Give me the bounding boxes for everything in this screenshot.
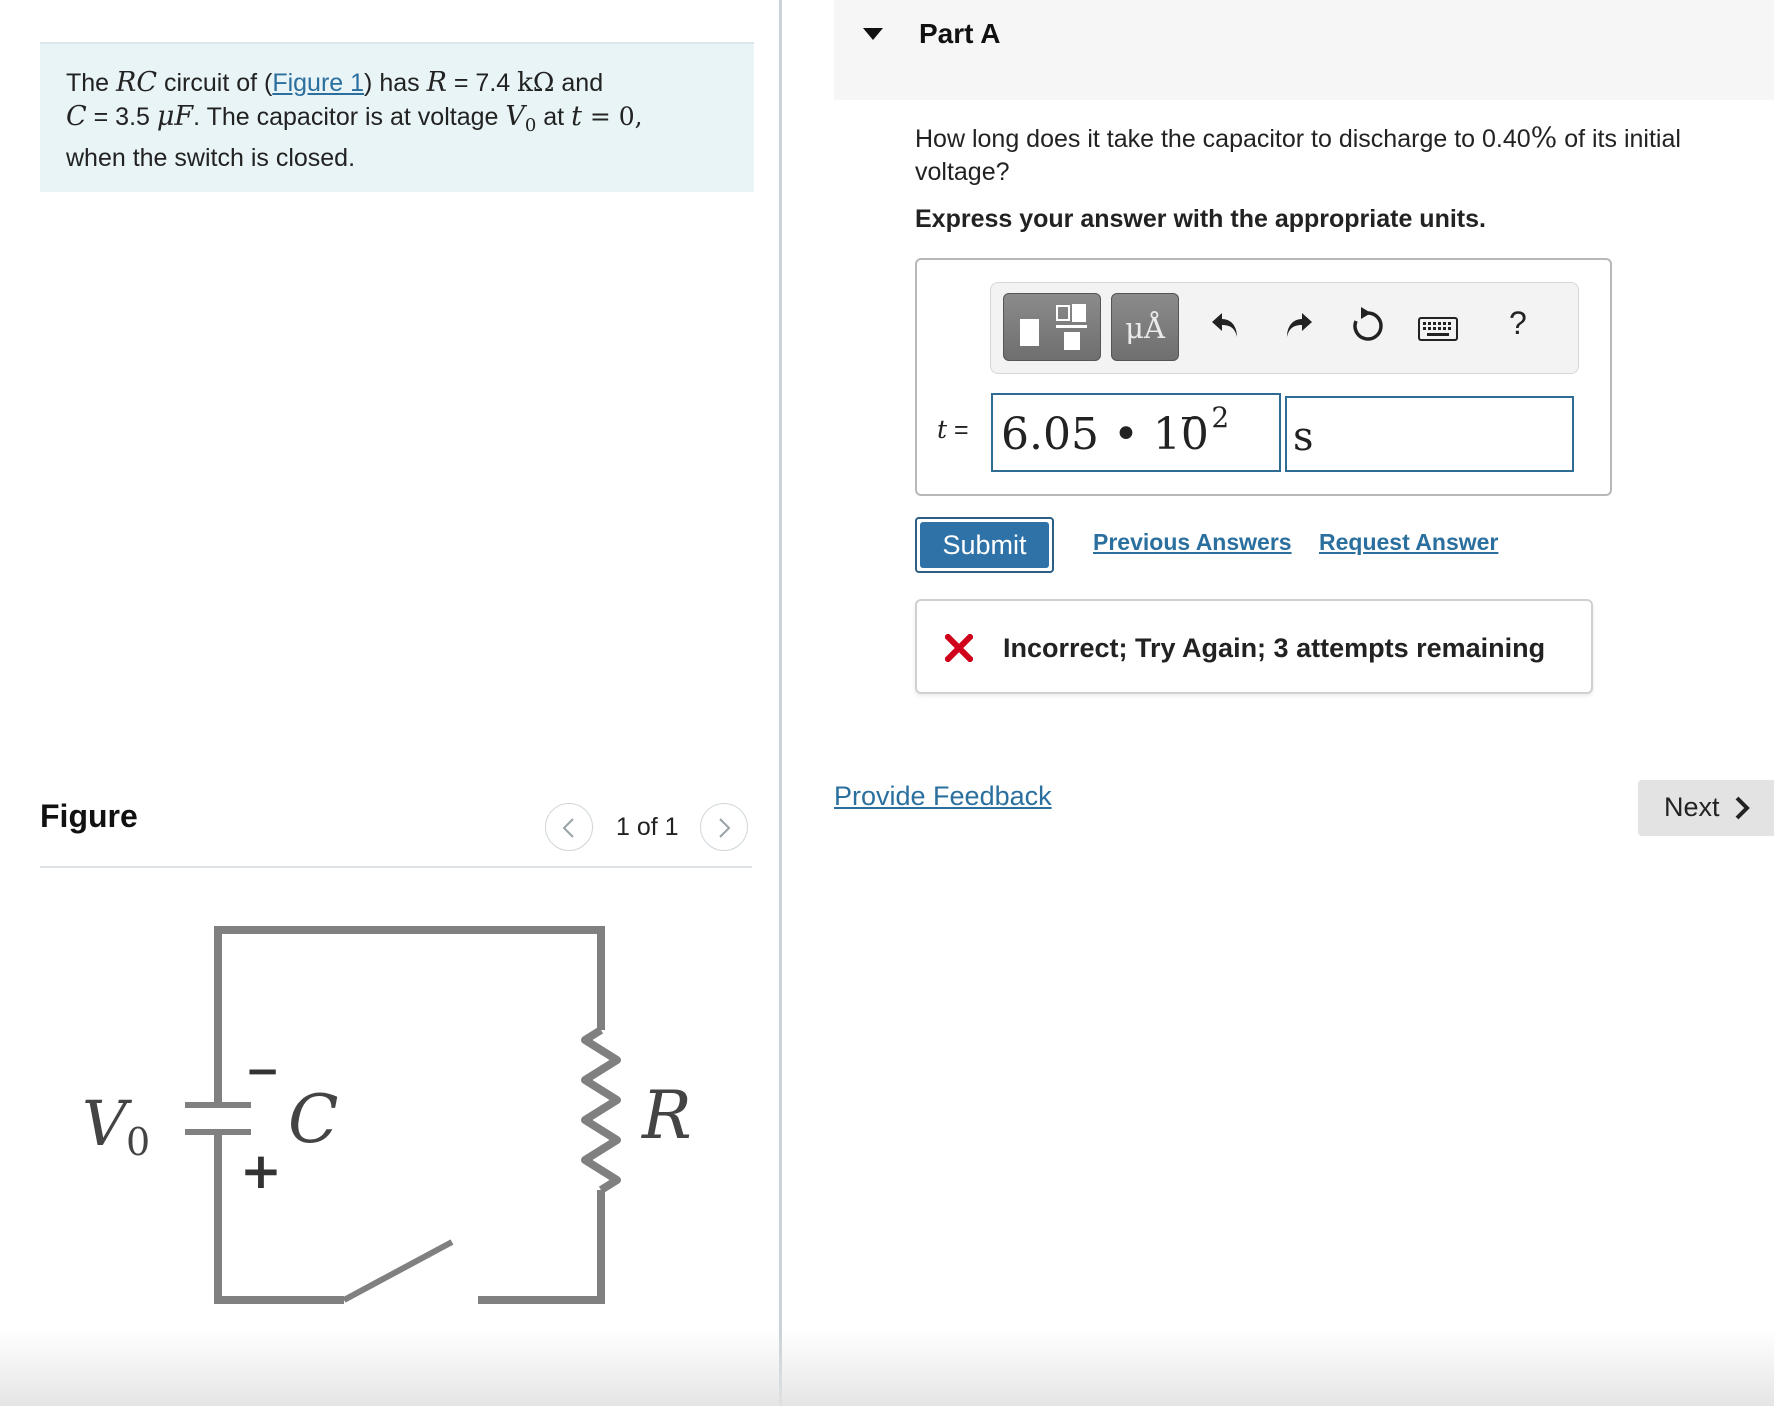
answer-value-input[interactable]: 6.05 • 10 − 2	[991, 393, 1281, 472]
part-title: Part A	[919, 18, 1001, 49]
problem-text: at	[536, 103, 572, 131]
figure-divider	[40, 866, 752, 868]
answer-mantissa: 6.05 • 10	[1001, 409, 1209, 460]
problem-text: = 0,	[581, 102, 643, 131]
previous-figure-button[interactable]	[545, 803, 593, 851]
capacitance-value: = 3.5	[86, 103, 157, 131]
resistance-unit: kΩ	[517, 68, 555, 98]
problem-text: The	[66, 69, 117, 97]
figure-pager-label: 1 of 1	[616, 813, 679, 841]
c-symbol: C	[66, 101, 87, 132]
part-a-header[interactable]: Part A	[834, 0, 1774, 100]
answer-unit: s	[1293, 414, 1314, 460]
request-answer-link[interactable]: Request Answer	[1319, 529, 1498, 556]
capacitor-label: C	[288, 1081, 339, 1158]
figure-1-link[interactable]: Figure 1	[272, 69, 364, 97]
resistor-zigzag	[581, 1026, 621, 1194]
feedback-message-box: Incorrect; Try Again; 3 attempts remaini…	[915, 599, 1593, 694]
submit-button[interactable]: Submit	[915, 517, 1054, 573]
keyboard-icon[interactable]	[1418, 317, 1458, 341]
reset-icon[interactable]	[1349, 305, 1387, 345]
capacitance-unit: μF	[156, 101, 194, 132]
problem-statement: The RC circuit of (Figure 1) has R = 7.4…	[66, 66, 726, 175]
figure-title: Figure	[40, 798, 138, 834]
r-symbol: R	[426, 67, 447, 98]
capacitor-minus-label: −	[245, 1046, 280, 1095]
rc-symbol: RC	[116, 67, 158, 98]
units-icon: μÅ	[1125, 311, 1165, 345]
circuit-right-wire	[478, 1190, 605, 1304]
previous-answers-link[interactable]: Previous Answers	[1093, 529, 1292, 556]
provide-feedback-link[interactable]: Provide Feedback	[834, 781, 1052, 812]
chevron-right-icon	[1735, 796, 1750, 820]
pane-divider[interactable]	[779, 0, 782, 1406]
redo-icon[interactable]	[1281, 309, 1315, 343]
problem-statement-box: The RC circuit of (Figure 1) has R = 7.4…	[40, 42, 754, 192]
undo-icon[interactable]	[1209, 309, 1243, 343]
collapse-caret-icon[interactable]	[862, 26, 884, 42]
next-button-label: Next	[1664, 792, 1720, 822]
error-x-icon	[945, 634, 973, 662]
problem-text: when the switch is closed.	[66, 144, 356, 172]
question-part: How long does it take the capacitor to d…	[915, 125, 1531, 153]
next-figure-button[interactable]	[700, 803, 748, 851]
resistance-value: = 7.4	[446, 69, 518, 97]
next-button[interactable]: Next	[1638, 780, 1774, 836]
problem-text: ) has	[364, 69, 427, 97]
resistor-label: R	[641, 1077, 692, 1154]
answer-instruction: Express your answer with the appropriate…	[915, 205, 1486, 233]
template-button[interactable]	[1003, 293, 1101, 361]
problem-text: and	[554, 69, 604, 97]
percent-sign: %	[1530, 121, 1558, 154]
t-symbol: t	[571, 101, 582, 132]
feedback-message: Incorrect; Try Again; 3 attempts remaini…	[1003, 633, 1546, 663]
problem-text: . The capacitor is at voltage	[193, 103, 506, 131]
submit-button-label: Submit	[920, 522, 1049, 568]
help-icon[interactable]: ?	[1509, 305, 1527, 342]
answer-variable-label: t =	[937, 415, 969, 445]
units-button[interactable]: μÅ	[1111, 293, 1179, 361]
problem-text: circuit of (	[157, 69, 273, 97]
capacitor-plus-label: +	[240, 1142, 282, 1200]
math-toolbar: μÅ ?	[990, 282, 1579, 374]
answer-exponent: − 2	[1179, 401, 1230, 434]
chevron-right-icon	[719, 818, 731, 838]
variable-t: t	[937, 415, 948, 444]
question-text: How long does it take the capacitor to d…	[915, 121, 1735, 189]
chevron-left-icon	[562, 818, 574, 838]
answer-unit-input[interactable]: s	[1285, 396, 1574, 472]
v0-label-subscript: 0	[126, 1120, 150, 1164]
switch-arm	[342, 1239, 454, 1303]
v-symbol: V	[505, 101, 525, 132]
bottom-fade	[0, 1330, 1774, 1406]
equals-sign: =	[947, 416, 969, 444]
v-subscript: 0	[524, 115, 537, 136]
rc-circuit-diagram: V 0 − + C R S	[82, 926, 692, 1330]
template-icon	[1020, 304, 1087, 350]
